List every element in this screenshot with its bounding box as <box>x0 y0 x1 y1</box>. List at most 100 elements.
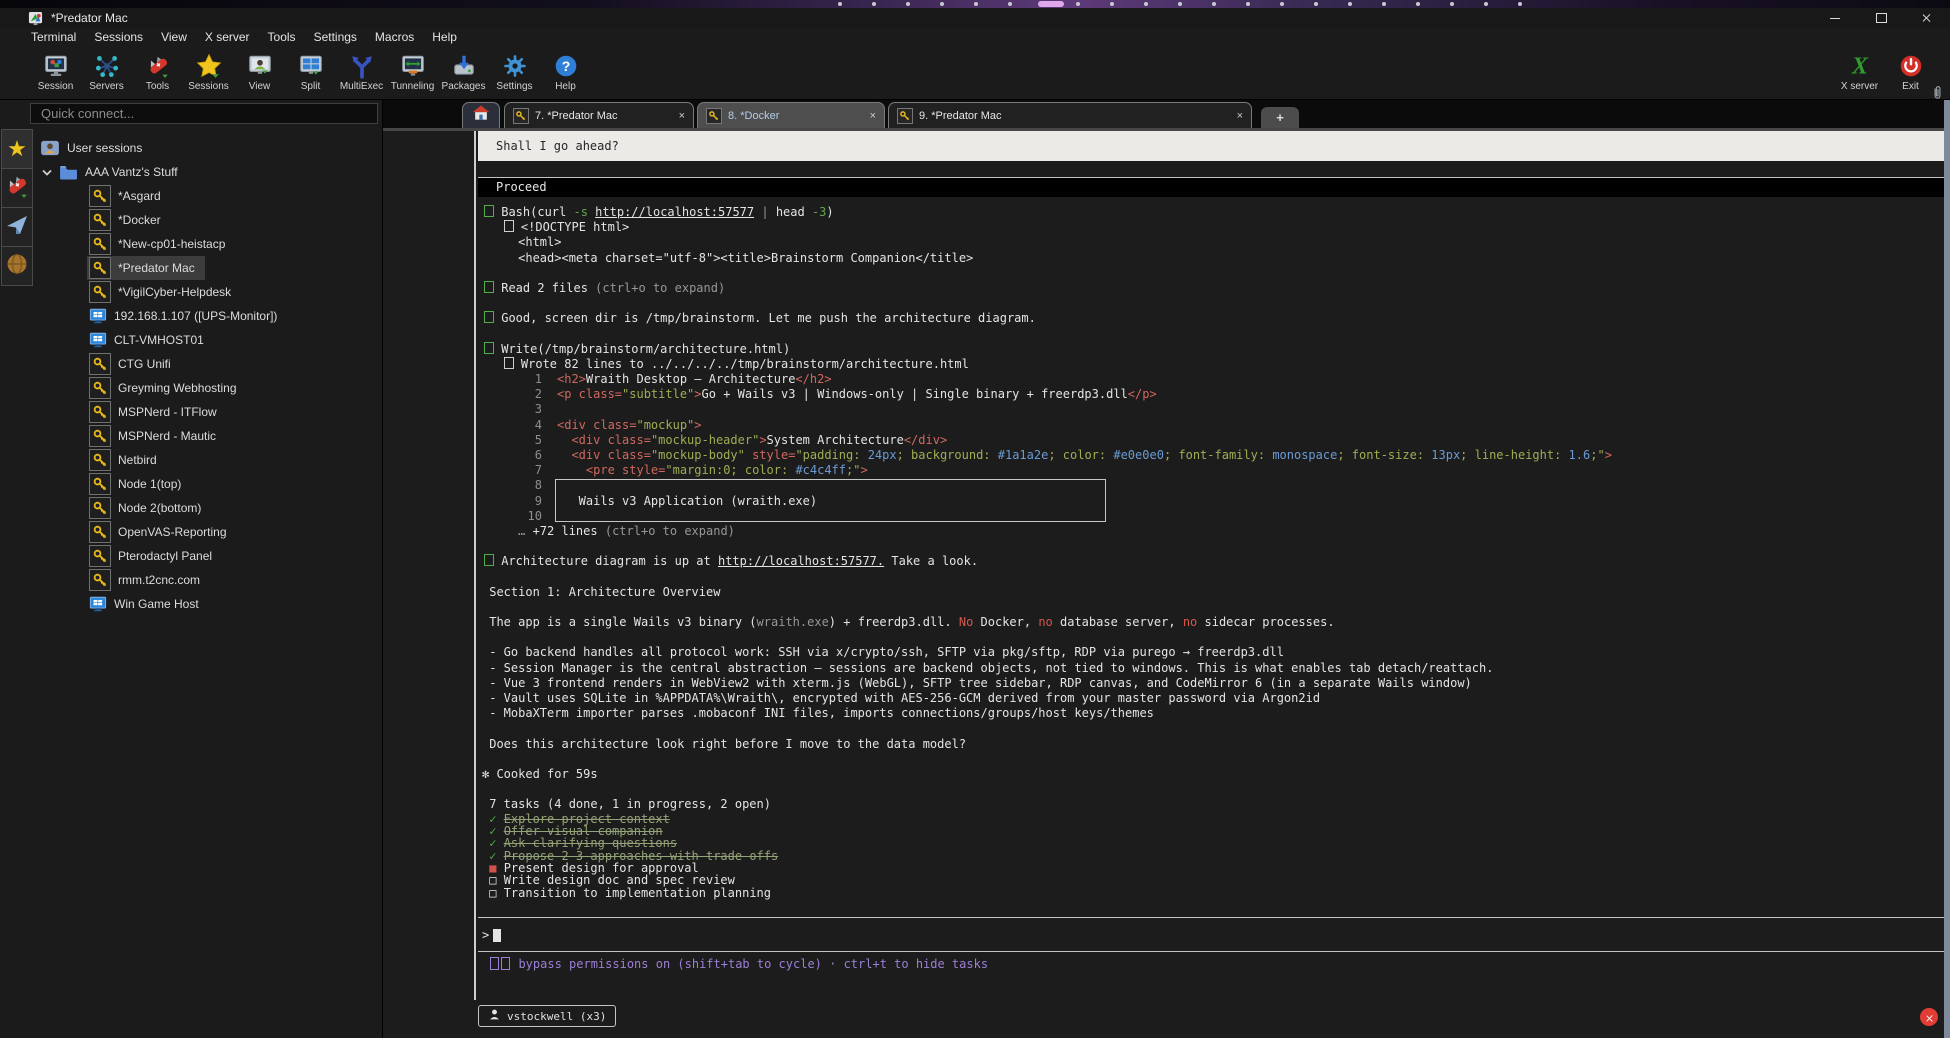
line-number: 7 <box>482 463 542 478</box>
text-segment: <!DOCTYPE html> <box>514 220 630 234</box>
session-item-mspnerd-itflow[interactable]: MSPNerd - ITFlow <box>34 400 382 424</box>
toolbar-sessions-button[interactable]: Sessions <box>183 47 234 97</box>
session-label: MSPNerd - Mautic <box>118 429 216 443</box>
session-item-openvas-reporting[interactable]: OpenVAS-Reporting <box>34 520 382 544</box>
tabbar: 7. *Predator Mac×8. *Docker×9. *Predator… <box>383 100 1950 131</box>
tab-close-icon[interactable]: × <box>1237 110 1243 122</box>
session-item-new-cp01-heistacp[interactable]: *New-cp01-heistacp <box>34 232 382 256</box>
xserver-label: X server <box>1841 81 1878 92</box>
titlebar[interactable]: *Predator Mac <box>0 8 1950 28</box>
sidebar-tab-plane[interactable] <box>1 207 33 247</box>
window-controls <box>1812 8 1950 28</box>
session-item-predator-mac[interactable]: *Predator Mac <box>34 256 382 280</box>
text-segment: Write(/tmp/brainstorm/architecture.html) <box>494 342 790 356</box>
session-label: Greyming Webhosting <box>118 381 237 395</box>
terminal-line <box>478 630 1944 645</box>
terminal[interactable]: Shall I go ahead?Proceed Bash(curl -s ht… <box>383 131 1950 1038</box>
sidebar-tab-strip: ★ <box>0 128 34 1038</box>
session-item-pterodactyl-panel[interactable]: Pterodactyl Panel <box>34 544 382 568</box>
tab-8-docker[interactable]: 8. *Docker× <box>697 102 885 128</box>
session-item-asgard[interactable]: *Asgard <box>34 184 382 208</box>
minimize-button[interactable] <box>1812 8 1858 28</box>
session-item-greyming-webhosting[interactable]: Greyming Webhosting <box>34 376 382 400</box>
terminal-content: Shall I go ahead?Proceed Bash(curl -s ht… <box>478 131 1944 1038</box>
session-item-192-168-1-107-ups-monitor[interactable]: 192.168.1.107 ([UPS-Monitor]) <box>34 304 382 328</box>
menu-view[interactable]: View <box>152 30 196 44</box>
session-item-node-2-bottom[interactable]: Node 2(bottom) <box>34 496 382 520</box>
terminal-prompt[interactable]: > <box>478 918 1944 951</box>
toolbar-session-button[interactable]: Session <box>30 47 81 97</box>
session-item-netbird[interactable]: Netbird <box>34 448 382 472</box>
tab-home[interactable] <box>462 102 500 128</box>
terminal-line: Bash(curl -s http://localhost:57577 | he… <box>478 205 1944 220</box>
settings-icon <box>502 52 528 80</box>
toolbar-multiexec-button[interactable]: MultiExec <box>336 47 387 97</box>
sidebar-tab-globe[interactable] <box>1 246 33 286</box>
toolbar-help-button[interactable]: ?Help <box>540 47 591 97</box>
tab-9-predator-mac[interactable]: 9. *Predator Mac× <box>888 102 1252 128</box>
text-segment[interactable]: http://localhost:57577. <box>718 554 884 568</box>
tab-close-icon[interactable]: × <box>679 110 685 122</box>
sessions-star-icon: ★ <box>7 138 27 160</box>
tools-icon <box>145 52 171 80</box>
maximize-button[interactable] <box>1858 8 1904 28</box>
text-segment: (ctrl+o to expand) <box>595 281 725 295</box>
menu-terminal[interactable]: Terminal <box>22 30 85 44</box>
text-segment: - Go backend handles all protocol work: … <box>482 645 1284 659</box>
view-label: View <box>249 81 271 92</box>
users-icon <box>40 140 60 156</box>
session-item-vigilcyber-helpdesk[interactable]: *VigilCyber-Helpdesk <box>34 280 382 304</box>
help-label: Help <box>555 81 576 92</box>
terminal-scrollbar[interactable] <box>1944 100 1950 1038</box>
toolbar-exit-button[interactable]: Exit <box>1885 47 1936 97</box>
text-segment[interactable]: http://localhost:57577 <box>595 205 754 219</box>
session-item-user-sessions[interactable]: User sessions <box>34 136 382 160</box>
session-item-mspnerd-mautic[interactable]: MSPNerd - Mautic <box>34 424 382 448</box>
session-item-clt-vmhost01[interactable]: CLT-VMHOST01 <box>34 328 382 352</box>
session-row: Greyming Webhosting <box>87 376 247 400</box>
tab-close-icon[interactable]: × <box>870 110 876 122</box>
menu-settings[interactable]: Settings <box>305 30 366 44</box>
menu-tools[interactable]: Tools <box>259 30 305 44</box>
new-tab-button[interactable]: + <box>1261 107 1299 128</box>
toolbar-xserver-button[interactable]: XX server <box>1834 47 1885 97</box>
toolbar-view-button[interactable]: View <box>234 47 285 97</box>
toolbar-tunneling-button[interactable]: Tunneling <box>387 47 438 97</box>
session-item-docker[interactable]: *Docker <box>34 208 382 232</box>
tab-7-predator-mac[interactable]: 7. *Predator Mac× <box>504 102 694 128</box>
session-user: vstockwell (x3) <box>507 1010 606 1023</box>
menu-x-server[interactable]: X server <box>196 30 259 44</box>
menu-sessions[interactable]: Sessions <box>85 30 152 44</box>
text-segment: <html> <box>482 235 561 249</box>
toolbar-split-button[interactable]: Split <box>285 47 336 97</box>
terminal-close-button[interactable] <box>1920 1008 1938 1026</box>
quick-connect-input[interactable]: Quick connect... <box>30 103 378 124</box>
assistant-bullet-icon <box>484 281 494 293</box>
toolbar-left: SessionServersToolsSessions View Split Mult… <box>30 47 591 97</box>
session-item-rmm-t2cnc-com[interactable]: rmm.t2cnc.com <box>34 568 382 592</box>
session-item-ctg-unifi[interactable]: CTG Unifi <box>34 352 382 376</box>
close-button[interactable] <box>1904 8 1950 28</box>
terminal-line: bypass permissions on (shift+tab to cycl… <box>478 957 1944 972</box>
text-segment: Cooked for 59s <box>489 767 597 781</box>
session-item-aaa-vantz-s-stuff[interactable]: AAA Vantz's Stuff <box>34 160 382 184</box>
session-item-win-game-host[interactable]: Win Game Host <box>34 592 382 616</box>
menu-help[interactable]: Help <box>423 30 466 44</box>
text-segment <box>482 220 504 234</box>
toolbar-servers-button[interactable]: Servers <box>81 47 132 97</box>
session-item-node-1-top[interactable]: Node 1(top) <box>34 472 382 496</box>
terminal-code-line: 1<h2>Wraith Desktop — Architecture</h2> <box>478 372 1944 387</box>
assistant-bullet-icon <box>484 311 494 323</box>
split-label: Split <box>301 81 320 92</box>
terminal-code-line: 4<div class="mockup"> <box>478 418 1944 433</box>
proceed-option[interactable]: Proceed <box>478 178 1944 197</box>
toolbar-settings-button[interactable]: Settings <box>489 47 540 97</box>
toolbar-right: XX serverExit <box>1834 47 1936 97</box>
text-segment: <head><meta charset="utf-8"><title>Brain… <box>482 251 973 265</box>
chevron-down-icon[interactable] <box>42 169 52 176</box>
toolbar-tools-button[interactable]: Tools <box>132 47 183 97</box>
sidebar-tab-star[interactable]: ★ <box>1 129 33 169</box>
toolbar-packages-button[interactable]: Packages <box>438 47 489 97</box>
sidebar-tab-knife[interactable] <box>1 168 33 208</box>
menu-macros[interactable]: Macros <box>366 30 423 44</box>
